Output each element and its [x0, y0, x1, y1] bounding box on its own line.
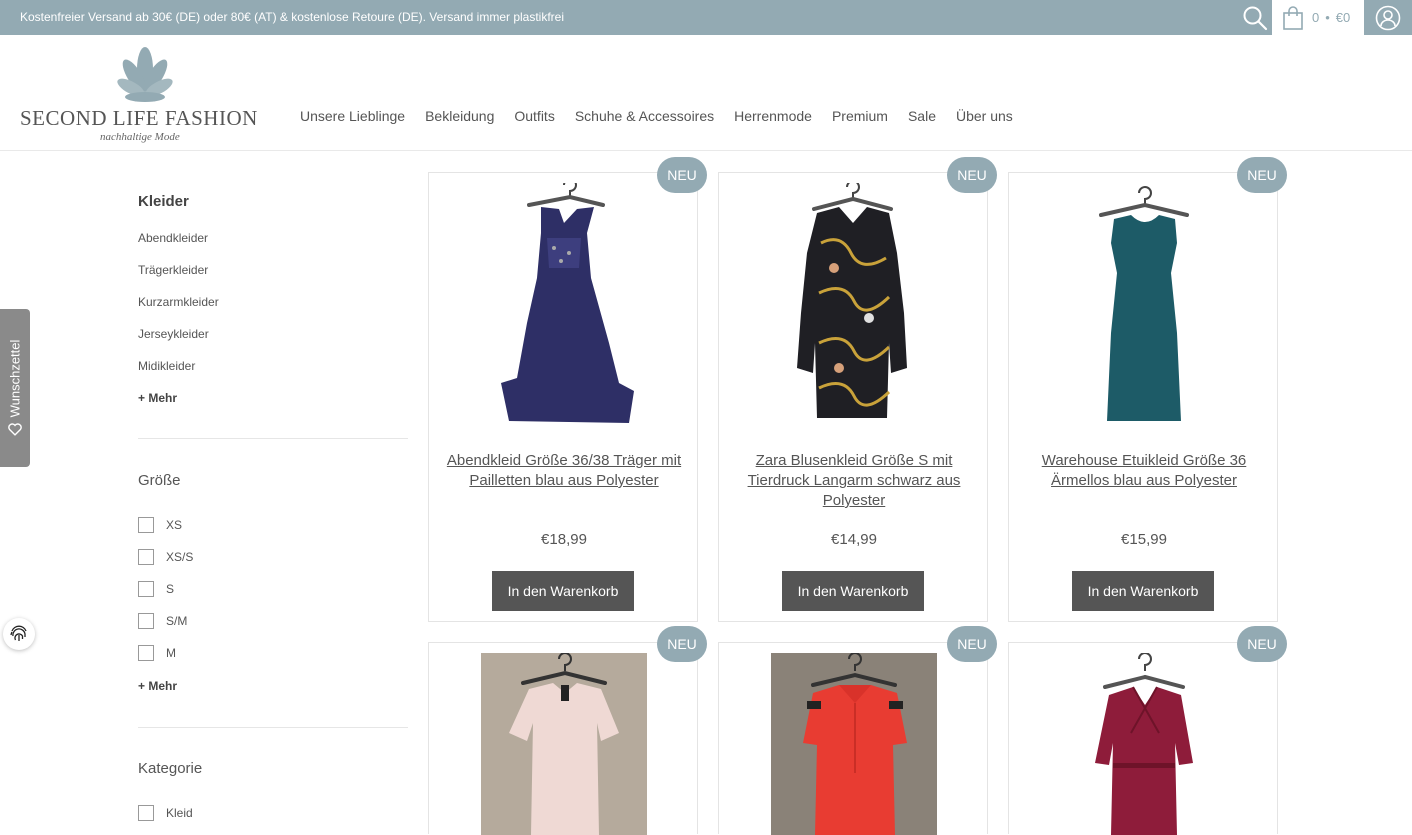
nav-item-outfits[interactable]: Outfits: [514, 108, 554, 124]
nav-item-premium[interactable]: Premium: [832, 108, 888, 124]
wishlist-label: Wunschzettel: [7, 339, 23, 418]
cart-total: €0: [1335, 10, 1351, 25]
product-title[interactable]: Warehouse Etuikleid Größe 36 Ärmellos bl…: [1019, 451, 1269, 491]
add-to-cart-button[interactable]: In den Warenkorb: [782, 571, 924, 611]
site-logo[interactable]: SECOND LIFE FASHION nachhaltige Mode: [18, 43, 274, 143]
category-title: Kleider: [138, 193, 189, 210]
size-checkbox[interactable]: [138, 645, 154, 661]
size-filter-heading: Größe: [138, 472, 181, 489]
product-price: €18,99: [541, 531, 587, 548]
new-badge: NEU: [1237, 157, 1287, 193]
product-image[interactable]: [769, 653, 939, 835]
product-card[interactable]: [718, 642, 988, 835]
category-link-kurzarmkleider[interactable]: Kurzarmkleider: [138, 295, 219, 309]
product-card[interactable]: Zara Blusenkleid Größe S mit Tierdruck L…: [718, 172, 988, 622]
cart-button[interactable]: 0 • €0: [1272, 0, 1364, 35]
logo-name: SECOND LIFE FASHION: [20, 106, 258, 130]
site-header: SECOND LIFE FASHION nachhaltige Mode Uns…: [0, 35, 1412, 151]
new-badge: NEU: [657, 157, 707, 193]
size-checkbox[interactable]: [138, 517, 154, 533]
shipping-info-text: Kostenfreier Versand ab 30€ (DE) oder 80…: [20, 10, 565, 24]
size-filter-xs-s[interactable]: XS/S: [138, 549, 193, 565]
sidebar-divider: [138, 438, 408, 439]
nav-item-bekleidung[interactable]: Bekleidung: [425, 108, 494, 124]
kategorie-filter-kleid[interactable]: Kleid: [138, 805, 193, 821]
category-link-midikleider[interactable]: Midikleider: [138, 359, 195, 373]
product-title[interactable]: Abendkleid Größe 36/38 Träger mit Paille…: [439, 451, 689, 491]
user-icon: [1375, 5, 1401, 30]
lotus-icon: [117, 47, 173, 102]
category-more-link[interactable]: + Mehr: [138, 391, 177, 405]
product-image[interactable]: [1059, 653, 1229, 835]
add-to-cart-button[interactable]: In den Warenkorb: [1072, 571, 1214, 611]
nav-item-sale[interactable]: Sale: [908, 108, 936, 124]
product-card[interactable]: [1008, 642, 1278, 835]
size-filter-s[interactable]: S: [138, 581, 174, 597]
nav-item-ueber-uns[interactable]: Über uns: [956, 108, 1013, 124]
kategorie-label: Kleid: [166, 806, 193, 820]
size-filter-s-m[interactable]: S/M: [138, 613, 187, 629]
product-card[interactable]: [428, 642, 698, 835]
cart-separator: •: [1325, 10, 1330, 25]
nav-item-unsere-lieblinge[interactable]: Unsere Lieblinge: [300, 108, 405, 124]
product-image[interactable]: [479, 653, 649, 835]
fingerprint-icon: [10, 625, 27, 641]
wishlist-tab[interactable]: Wunschzettel: [0, 309, 30, 467]
sidebar-divider: [138, 727, 408, 728]
kategorie-filter-heading: Kategorie: [138, 760, 203, 777]
product-image[interactable]: [479, 183, 649, 429]
add-to-cart-button[interactable]: In den Warenkorb: [492, 571, 634, 611]
dress-shape: [797, 207, 907, 418]
cart-count: 0: [1312, 10, 1320, 25]
size-label: XS: [166, 518, 183, 532]
size-label: M: [166, 646, 176, 660]
product-title[interactable]: Zara Blusenkleid Größe S mit Tierdruck L…: [729, 451, 979, 511]
product-price: €15,99: [1121, 531, 1167, 548]
dress-shape: [1107, 215, 1181, 421]
size-filter-m[interactable]: M: [138, 645, 176, 661]
privacy-settings-button[interactable]: [3, 618, 35, 650]
size-checkbox[interactable]: [138, 581, 154, 597]
product-card[interactable]: Abendkleid Größe 36/38 Träger mit Paille…: [428, 172, 698, 622]
size-checkbox[interactable]: [138, 613, 154, 629]
heart-icon: [8, 423, 22, 436]
product-image[interactable]: [1059, 183, 1229, 429]
announcement-bar: Kostenfreier Versand ab 30€ (DE) oder 80…: [0, 0, 1412, 35]
size-label: S: [166, 582, 175, 596]
nav-item-schuhe-accessoires[interactable]: Schuhe & Accessoires: [575, 108, 714, 124]
product-price: €14,99: [831, 531, 877, 548]
size-checkbox[interactable]: [138, 549, 154, 565]
size-label: XS/S: [166, 550, 194, 564]
nav-item-herrenmode[interactable]: Herrenmode: [734, 108, 812, 124]
search-icon: [1243, 6, 1268, 30]
account-button[interactable]: [1364, 0, 1412, 35]
product-image[interactable]: [769, 183, 939, 429]
category-link-jerseykleider[interactable]: Jerseykleider: [138, 327, 209, 341]
kategorie-checkbox[interactable]: [138, 805, 154, 821]
main-navigation: Unsere Lieblinge Bekleidung Outfits Schu…: [300, 108, 1033, 124]
new-badge: NEU: [947, 157, 997, 193]
search-button[interactable]: [1238, 0, 1272, 35]
product-card[interactable]: Warehouse Etuikleid Größe 36 Ärmellos bl…: [1008, 172, 1278, 622]
shopping-bag-icon: [1283, 5, 1303, 30]
new-badge: NEU: [947, 626, 997, 662]
category-link-traegerkleider[interactable]: Trägerkleider: [138, 263, 208, 277]
size-more-link[interactable]: + Mehr: [138, 679, 177, 693]
new-badge: NEU: [657, 626, 707, 662]
size-label: S/M: [166, 614, 188, 628]
size-filter-xs[interactable]: XS: [138, 517, 182, 533]
new-badge: NEU: [1237, 626, 1287, 662]
category-link-abendkleider[interactable]: Abendkleider: [138, 231, 208, 245]
logo-tagline: nachhaltige Mode: [100, 131, 180, 143]
